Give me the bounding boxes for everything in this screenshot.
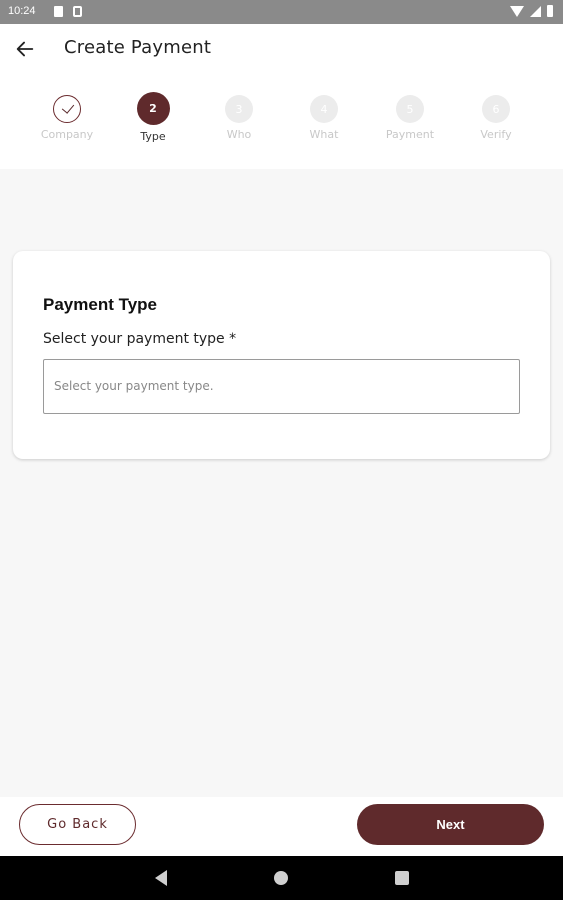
step-circle: 2 [136,92,170,125]
bottom-bar: Go Back Next [0,797,563,856]
storage-icon [73,6,82,17]
status-bar: 10:24 [0,0,563,24]
arrow-left-icon[interactable] [14,38,36,60]
payment-type-select[interactable]: Select your payment type. [43,359,520,414]
step-circle: 5 [396,95,424,123]
signal-icon [530,5,541,17]
sim-card-icon [54,6,63,17]
step-circle [53,95,81,123]
battery-icon [547,5,553,17]
step-label: Payment [385,128,435,141]
system-nav-bar [0,856,563,900]
app-bar: Create Payment [0,24,563,74]
nav-home-icon[interactable] [274,871,288,885]
step-company[interactable]: Company [27,95,107,141]
step-label: Company [40,128,94,141]
select-placeholder: Select your payment type. [54,379,214,393]
stepper: Company 2 Type 3 Who 4 What 5 Payment 6 … [0,74,563,169]
status-icons [510,5,553,17]
go-back-button[interactable]: Go Back [19,804,136,845]
step-circle: 6 [482,95,510,123]
step-label: Type [140,130,166,143]
step-label: What [309,128,339,141]
wifi-icon [510,5,524,17]
nav-recents-icon[interactable] [395,871,409,885]
step-circle: 3 [225,95,253,123]
next-button[interactable]: Next [357,804,544,845]
payment-type-card: Payment Type Select your payment type * … [13,251,550,459]
status-time: 10:24 [8,5,36,17]
step-circle: 4 [310,95,338,123]
nav-back-icon[interactable] [155,870,167,886]
step-what[interactable]: 4 What [284,95,364,141]
page-title: Create Payment [64,37,212,58]
card-title: Payment Type [43,295,158,314]
step-who[interactable]: 3 Who [199,95,279,141]
step-label: Who [226,128,252,141]
step-payment[interactable]: 5 Payment [370,95,450,141]
step-verify[interactable]: 6 Verify [456,95,536,141]
check-icon [61,100,74,114]
step-label: Verify [480,128,512,141]
payment-type-label: Select your payment type * [43,331,237,347]
step-type[interactable]: 2 Type [113,92,193,143]
